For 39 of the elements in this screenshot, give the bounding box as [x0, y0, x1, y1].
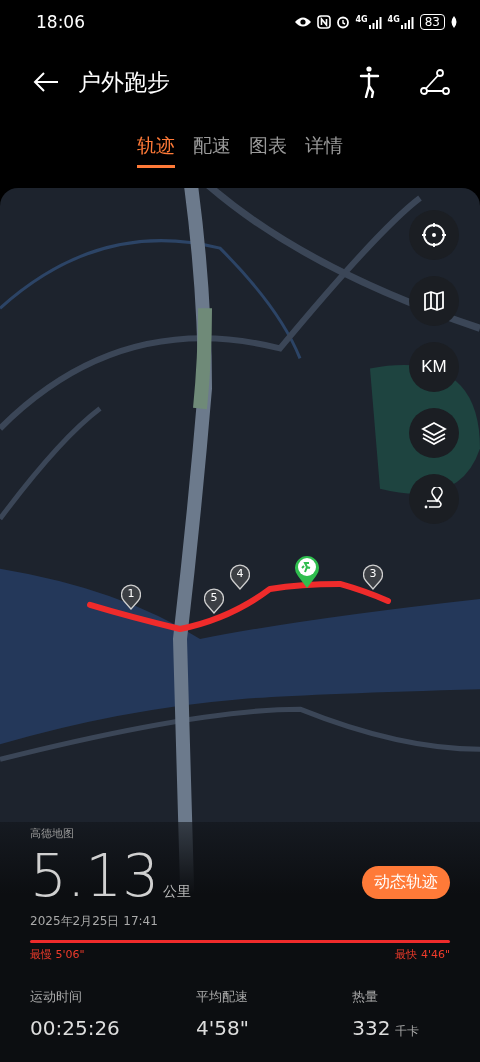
- km-marker[interactable]: 3: [363, 564, 383, 590]
- metric-value: 332: [352, 1016, 391, 1040]
- tab[interactable]: 轨迹: [137, 132, 175, 168]
- tab[interactable]: 图表: [249, 132, 287, 168]
- metric-label: 运动时间: [30, 988, 83, 1006]
- distance-value: 5.13: [30, 847, 160, 905]
- metric-value: 4'58": [196, 1016, 249, 1040]
- status-time: 18:06: [36, 12, 85, 32]
- km-marker[interactable]: 5: [204, 588, 224, 614]
- network-type: 4G: [355, 15, 368, 24]
- layers-icon: [421, 421, 447, 445]
- distance-unit: 公里: [163, 883, 192, 901]
- runner-pin-icon[interactable]: [293, 554, 321, 588]
- metric-label: 平均配速: [196, 988, 250, 1006]
- route-pin-icon: [423, 487, 445, 511]
- back-icon[interactable]: [32, 70, 60, 94]
- locate-icon: [421, 222, 447, 248]
- page-title: 户外跑步: [78, 67, 170, 97]
- eye-icon: [294, 16, 313, 28]
- share-icon[interactable]: [420, 69, 450, 95]
- battery-indicator: 83: [419, 14, 445, 30]
- km-marker[interactable]: 4: [230, 564, 250, 590]
- map-icon: [423, 290, 445, 312]
- network-type: 4G: [387, 15, 400, 24]
- activity-date: 2025年2月25日 17:41: [30, 913, 159, 930]
- km-marker[interactable]: 1: [121, 584, 141, 610]
- signal-icon: [400, 15, 415, 29]
- slowest-pace: 最慢 5'06": [30, 947, 85, 962]
- runner-icon[interactable]: [358, 66, 380, 98]
- alarm-icon: [336, 15, 351, 29]
- metric-label: 热量: [352, 988, 380, 1006]
- metric-value: 00:25:26: [30, 1016, 120, 1040]
- fastest-pace: 最快 4'46": [395, 947, 450, 962]
- signal-icon: [368, 15, 383, 29]
- metric-unit: 千卡: [394, 1023, 419, 1040]
- tab[interactable]: 详情: [305, 132, 343, 168]
- map-attribution: 高德地图: [30, 826, 75, 841]
- tab[interactable]: 配速: [193, 132, 231, 168]
- nfc-icon: [317, 15, 332, 29]
